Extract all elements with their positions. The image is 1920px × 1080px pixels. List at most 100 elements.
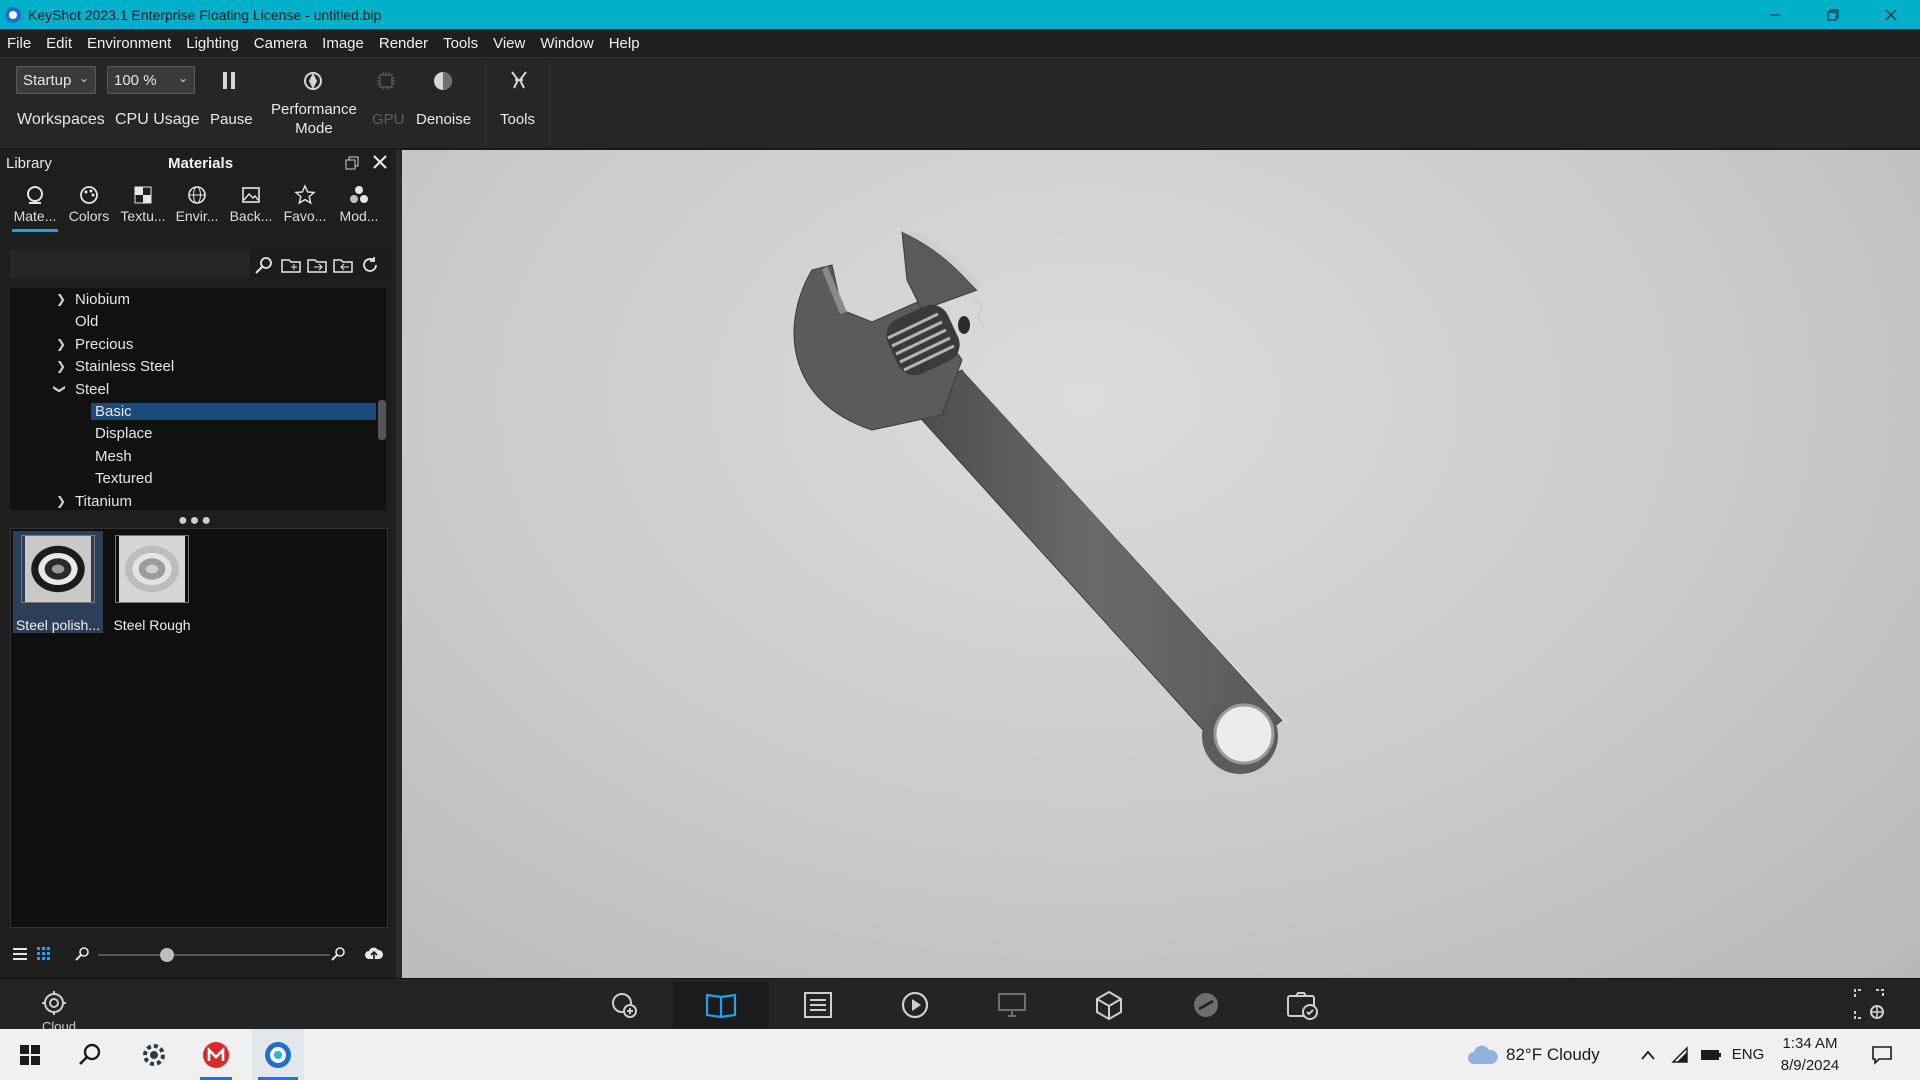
tree-item-mesh[interactable]: Mesh	[10, 445, 376, 467]
close-panel-icon[interactable]	[372, 154, 388, 170]
grid-view-icon[interactable]	[36, 946, 52, 962]
workspace-select[interactable]: Startup ⌄	[16, 66, 96, 94]
import-folder-icon[interactable]	[306, 255, 328, 275]
tab-textures[interactable]: Textu...	[116, 180, 170, 230]
thumbnail-size-slider[interactable]	[98, 954, 330, 956]
chevron-down-icon: ⌄	[78, 71, 89, 85]
configurator-button[interactable]	[1158, 982, 1254, 1028]
tree-item-precious[interactable]: ❯ Precious	[10, 333, 376, 355]
gpu-button[interactable]: GPU	[366, 58, 406, 150]
m-app-icon	[203, 1041, 229, 1068]
menu-camera[interactable]: Camera	[254, 35, 307, 52]
add-folder-icon[interactable]	[280, 255, 302, 275]
ribbon-toolbar: Startup ⌄ Workspaces 100 % ⌄ CPU Usage P…	[0, 57, 1920, 149]
refresh-icon[interactable]	[360, 255, 380, 275]
animation-button[interactable]	[867, 982, 963, 1028]
camera-check-icon	[1287, 992, 1318, 1020]
close-button[interactable]	[1862, 0, 1920, 29]
network-button[interactable]	[1668, 1029, 1692, 1080]
performance-mode-button[interactable]: Performance Mode	[266, 58, 360, 150]
steel-polished-preview	[21, 535, 95, 603]
screenshot-button[interactable]	[1255, 982, 1351, 1028]
chevron-right-icon: ❯	[56, 494, 67, 508]
show-hidden-icons-button[interactable]	[1636, 1029, 1660, 1080]
zoom-in-icon[interactable]	[330, 946, 346, 962]
search-icon[interactable]	[254, 255, 274, 275]
taskbar-app-m[interactable]	[194, 1029, 238, 1080]
menu-edit[interactable]: Edit	[46, 35, 72, 52]
list-icon	[804, 992, 832, 1018]
menu-file[interactable]: File	[7, 35, 31, 52]
slider-handle[interactable]	[160, 948, 174, 962]
menu-environment[interactable]: Environment	[87, 35, 171, 52]
restore-button[interactable]	[1804, 0, 1862, 29]
menu-window[interactable]: Window	[540, 35, 593, 52]
zoom-out-icon[interactable]	[74, 946, 90, 962]
tools-button[interactable]: Tools	[494, 58, 544, 150]
cloud-button[interactable]: Cloud	[38, 989, 76, 1029]
tree-item-titanium[interactable]: ❯ Titanium	[10, 490, 376, 510]
material-thumb-steel-rough[interactable]: Steel Rough	[107, 531, 197, 633]
tab-materials[interactable]: Mate...	[8, 180, 62, 232]
toolbar-divider	[549, 62, 550, 146]
region-render-button[interactable]	[1852, 987, 1886, 1026]
tree-item-label: Old	[75, 312, 99, 330]
popout-icon[interactable]	[344, 155, 360, 171]
library-search-input[interactable]	[10, 250, 250, 278]
menu-view[interactable]: View	[493, 35, 525, 52]
pause-button[interactable]: Pause	[204, 58, 254, 150]
tree-item-old[interactable]: Old	[10, 310, 376, 332]
cloud-upload-icon[interactable]	[364, 944, 384, 964]
tab-colors[interactable]: Colors	[62, 180, 116, 230]
menu-render[interactable]: Render	[379, 35, 428, 52]
notifications-button[interactable]	[1864, 1029, 1900, 1080]
cpu-usage-select[interactable]: 100 % ⌄	[107, 66, 195, 94]
tab-environments[interactable]: Envir...	[170, 180, 224, 230]
material-thumb-steel-polished[interactable]: Steel polish...	[13, 531, 103, 633]
taskbar-app-gear[interactable]	[132, 1029, 176, 1080]
geometry-button[interactable]	[1061, 982, 1157, 1028]
tab-models[interactable]: Mod...	[332, 180, 386, 230]
project-button[interactable]	[770, 982, 866, 1028]
tree-scrollbar[interactable]	[378, 288, 386, 510]
menu-lighting[interactable]: Lighting	[186, 35, 239, 52]
minimize-button[interactable]	[1746, 0, 1804, 29]
keyshotxr-button[interactable]	[964, 982, 1060, 1028]
wrench-model	[793, 228, 1290, 774]
cpu-usage-label: CPU Usage	[115, 111, 200, 128]
tree-item-textured[interactable]: Textured	[10, 467, 376, 489]
clock[interactable]: 1:34 AM 8/9/2024	[1774, 1029, 1846, 1080]
battery-button[interactable]	[1698, 1029, 1724, 1080]
tree-item-steel[interactable]: ❯ Steel	[10, 378, 376, 400]
tree-item-basic[interactable]: Basic	[10, 400, 376, 422]
tree-item-stainless-steel[interactable]: ❯ Stainless Steel	[10, 355, 376, 377]
list-view-icon[interactable]	[12, 946, 28, 962]
cloud-icon	[1468, 1045, 1498, 1064]
start-button[interactable]	[12, 1029, 48, 1080]
tab-label: Favo...	[283, 208, 327, 224]
tab-backplates[interactable]: Back...	[224, 180, 278, 230]
tree-item-niobium[interactable]: ❯ Niobium	[10, 288, 376, 310]
menu-image[interactable]: Image	[322, 35, 364, 52]
library-button[interactable]	[673, 982, 769, 1028]
library-panel-header: Library Materials	[0, 150, 400, 176]
image-icon	[242, 187, 260, 203]
scrollbar-thumb[interactable]	[378, 400, 386, 440]
menu-help[interactable]: Help	[609, 35, 640, 52]
toolbar-divider	[485, 62, 486, 146]
weather-widget[interactable]: 82°F Cloudy	[1466, 1029, 1612, 1080]
render-viewport[interactable]	[402, 150, 1920, 978]
chevron-right-icon: ❯	[56, 359, 67, 373]
tree-item-displace[interactable]: Displace	[10, 422, 376, 444]
language-indicator[interactable]: ENG	[1730, 1029, 1766, 1080]
material-ball-icon	[27, 186, 43, 204]
tree-item-label: Mesh	[95, 447, 132, 465]
tab-favorites[interactable]: Favo...	[278, 180, 332, 230]
taskbar-search-button[interactable]	[70, 1029, 110, 1080]
taskbar-app-keyshot[interactable]	[252, 1029, 304, 1080]
denoise-button[interactable]: Denoise	[412, 58, 474, 150]
tree-item-label: Niobium	[75, 290, 131, 308]
menu-tools[interactable]: Tools	[443, 35, 478, 52]
export-folder-icon[interactable]	[332, 255, 354, 275]
import-button[interactable]	[576, 982, 672, 1028]
